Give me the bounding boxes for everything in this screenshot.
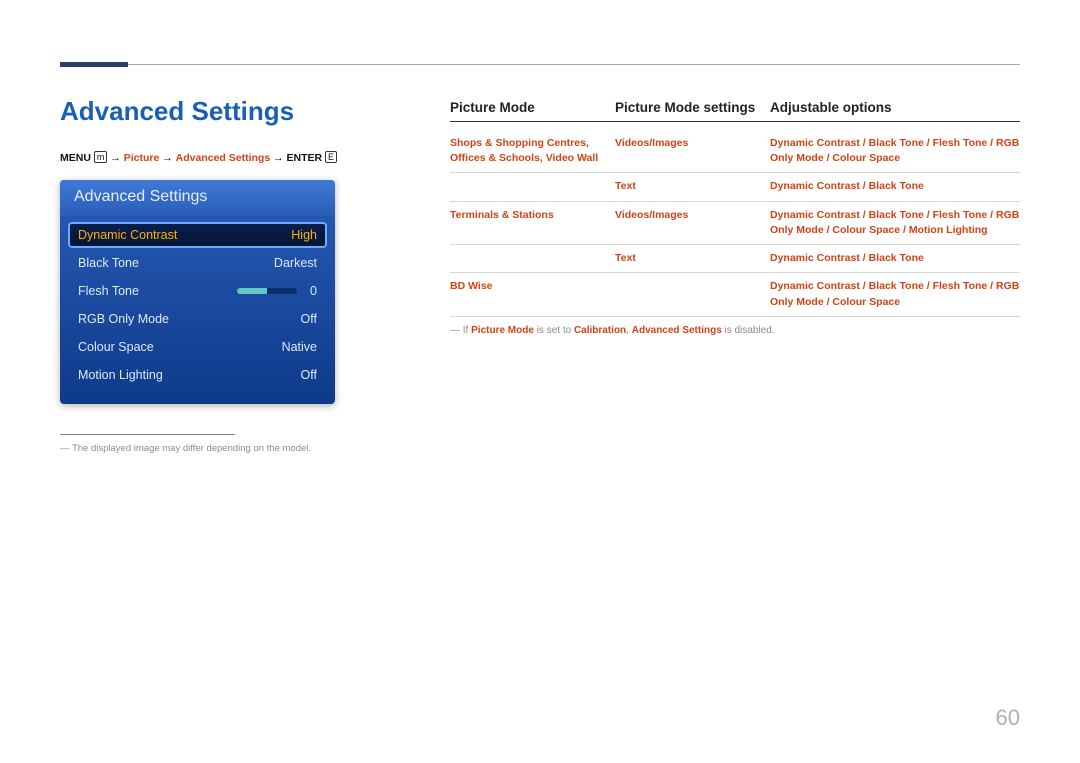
cell-options: Dynamic Contrast / Black Tone / Flesh To… [770,136,1020,166]
cell-mode: BD Wise [450,279,615,309]
table-row: BD Wise Dynamic Contrast / Black Tone / … [450,273,1020,316]
cell-options: Dynamic Contrast / Black Tone [770,251,1020,266]
cell-setting: Text [615,251,770,266]
menu-icon: m [94,151,108,163]
breadcrumb-menu: MENU [60,152,91,164]
breadcrumb-advanced: Advanced Settings [176,152,271,164]
cell-mode [450,251,615,266]
osd-label: RGB Only Mode [78,312,267,326]
osd-row-colour-space[interactable]: Colour Space Native [68,334,327,360]
osd-row-rgb-only[interactable]: RGB Only Mode Off [68,306,327,332]
osd-panel: Advanced Settings Dynamic Contrast High … [60,180,335,404]
arrow-icon: → [110,152,123,164]
slider-icon[interactable] [237,288,297,294]
table-row: Terminals & Stations Videos/Images Dynam… [450,202,1020,245]
th-picture-mode-settings: Picture Mode settings [615,100,770,115]
osd-label: Motion Lighting [78,368,267,382]
arrow-icon: → [162,152,175,164]
cell-setting [615,279,770,309]
osd-label: Flesh Tone [78,284,237,298]
osd-label: Dynamic Contrast [78,228,267,242]
osd-body: Dynamic Contrast High Black Tone Darkest… [60,216,335,404]
footnote-text: The displayed image may differ depending… [72,443,311,454]
cell-setting: Text [615,179,770,194]
footnote-left: ― The displayed image may differ dependi… [60,443,390,454]
osd-label: Black Tone [78,256,267,270]
th-adjustable-options: Adjustable options [770,100,1020,115]
osd-row-flesh-tone[interactable]: Flesh Tone 0 [68,278,327,304]
left-column: Advanced Settings MENU m → Picture → Adv… [60,96,390,454]
osd-row-motion-lighting[interactable]: Motion Lighting Off [68,362,327,388]
cell-options: Dynamic Contrast / Black Tone / Flesh To… [770,208,1020,238]
osd-value: Off [267,368,317,382]
header-rule [60,64,1020,65]
cell-options: Dynamic Contrast / Black Tone [770,179,1020,194]
options-table: Picture Mode Picture Mode settings Adjus… [450,100,1020,317]
footnote-rule [60,434,235,435]
cell-mode: Terminals & Stations [450,208,615,238]
cell-setting: Videos/Images [615,208,770,238]
osd-value: High [267,228,317,242]
page-number: 60 [996,705,1020,731]
table-row: Text Dynamic Contrast / Black Tone [450,245,1020,273]
breadcrumb-enter: ENTER [287,152,323,164]
cell-mode [450,179,615,194]
osd-row-dynamic-contrast[interactable]: Dynamic Contrast High [68,222,327,248]
enter-icon: E [325,151,337,163]
osd-value: Darkest [267,256,317,270]
menu-breadcrumb: MENU m → Picture → Advanced Settings → E… [60,151,390,164]
cell-setting: Videos/Images [615,136,770,166]
breadcrumb-picture: Picture [124,152,160,164]
page-title: Advanced Settings [60,96,390,127]
table-row: Text Dynamic Contrast / Black Tone [450,173,1020,201]
cell-options: Dynamic Contrast / Black Tone / Flesh To… [770,279,1020,309]
table-header: Picture Mode Picture Mode settings Adjus… [450,100,1020,122]
right-column: Picture Mode Picture Mode settings Adjus… [450,100,1020,336]
osd-row-black-tone[interactable]: Black Tone Darkest [68,250,327,276]
osd-value: 0 [305,284,317,298]
calibration-note: ― If Picture Mode is set to Calibration,… [450,325,1020,336]
osd-value: Off [267,312,317,326]
table-row: Shops & Shopping Centres, Offices & Scho… [450,130,1020,173]
osd-value: Native [267,340,317,354]
osd-title: Advanced Settings [60,180,335,216]
cell-mode: Shops & Shopping Centres, Offices & Scho… [450,136,615,166]
th-picture-mode: Picture Mode [450,100,615,115]
arrow-icon: → [273,152,286,164]
osd-label: Colour Space [78,340,267,354]
